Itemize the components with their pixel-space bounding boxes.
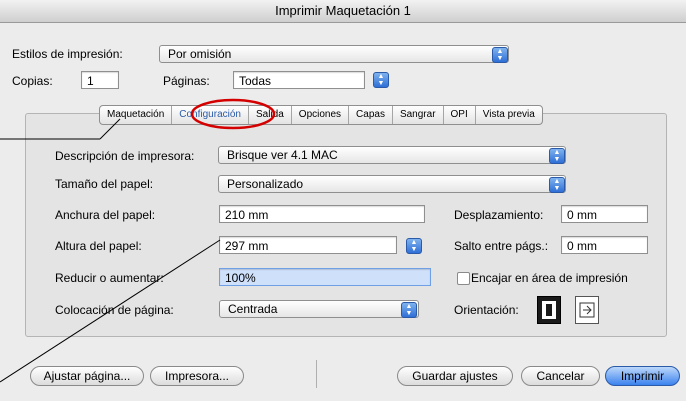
callout-line-bottom xyxy=(0,239,221,383)
annotation-overlay xyxy=(0,98,276,383)
highlight-ellipse xyxy=(190,98,276,130)
callout-line-top-diagonal xyxy=(99,118,121,140)
